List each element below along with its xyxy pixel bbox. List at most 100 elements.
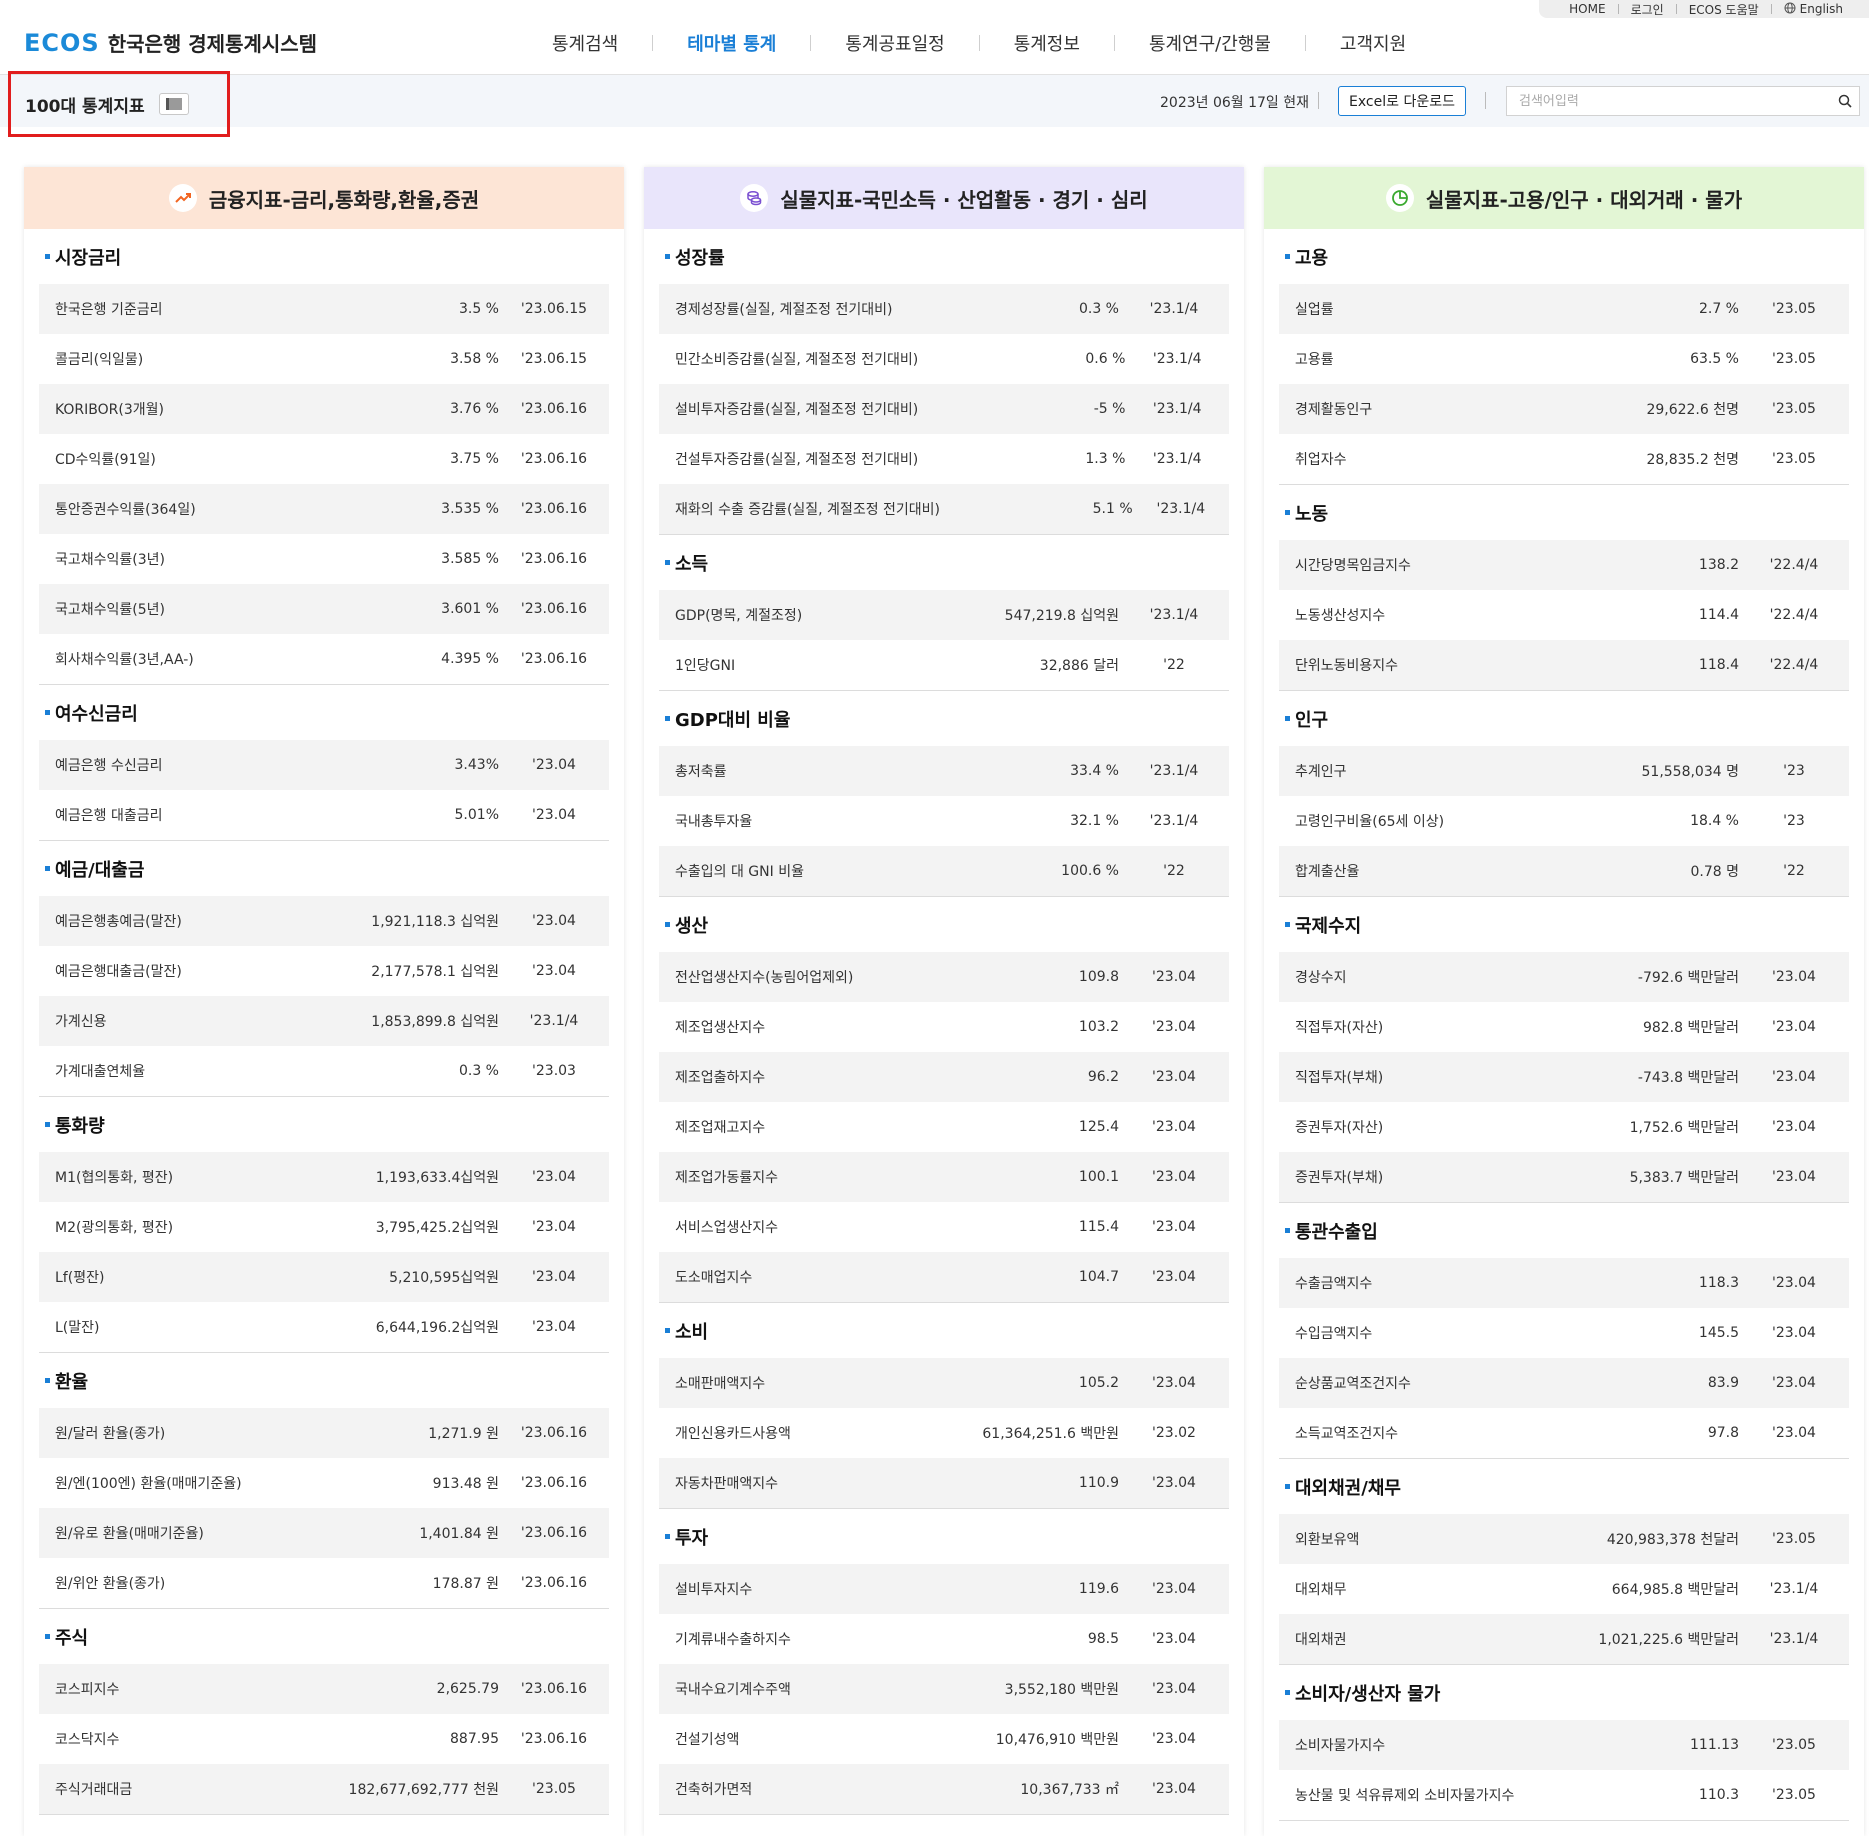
indicator-name[interactable]: 1인당GNI (659, 655, 899, 675)
indicator-row[interactable]: 원/위안 환율(종가) 178.87 원 '23.06.16 (39, 1558, 609, 1608)
indicator-row[interactable]: 제조업재고지수 125.4 '23.04 (659, 1102, 1229, 1152)
indicator-name[interactable]: 직접투자(자산) (1279, 1017, 1519, 1037)
indicator-row[interactable]: CD수익률(91일) 3.75 % '23.06.16 (39, 434, 609, 484)
indicator-row[interactable]: 경상수지 -792.6 백만달러 '23.04 (1279, 952, 1849, 1002)
indicator-name[interactable]: 자동차판매액지수 (659, 1473, 899, 1493)
indicator-name[interactable]: 대외채무 (1279, 1579, 1519, 1599)
indicator-row[interactable]: M2(광의통화, 평잔) 3,795,425.2십억원 '23.04 (39, 1202, 609, 1252)
indicator-name[interactable]: 국고채수익률(3년) (39, 549, 279, 569)
indicator-name[interactable]: 고령인구비율(65세 이상) (1279, 811, 1519, 831)
nav-item[interactable]: 통계연구/간행물 (1115, 30, 1305, 56)
indicator-row[interactable]: 증권투자(부채) 5,383.7 백만달러 '23.04 (1279, 1152, 1849, 1202)
indicator-name[interactable]: 소매판매액지수 (659, 1373, 899, 1393)
indicator-name[interactable]: 국고채수익률(5년) (39, 599, 279, 619)
indicator-name[interactable]: 코스닥지수 (39, 1729, 279, 1749)
indicator-name[interactable]: 노동생산성지수 (1279, 605, 1519, 625)
indicator-row[interactable]: 국내총투자율 32.1 % '23.1/4 (659, 796, 1229, 846)
indicator-name[interactable]: 회사채수익률(3년,AA-) (39, 649, 279, 669)
indicator-row[interactable]: 회사채수익률(3년,AA-) 4.395 % '23.06.16 (39, 634, 609, 684)
indicator-name[interactable]: 건축허가면적 (659, 1779, 899, 1799)
indicator-name[interactable]: 외환보유액 (1279, 1529, 1519, 1549)
indicator-name[interactable]: Lf(평잔) (39, 1267, 279, 1287)
search-input[interactable] (1507, 87, 1831, 115)
indicator-row[interactable]: 국고채수익률(5년) 3.601 % '23.06.16 (39, 584, 609, 634)
indicator-row[interactable]: 코스닥지수 887.95 '23.06.16 (39, 1714, 609, 1764)
search-button[interactable] (1831, 87, 1859, 115)
indicator-row[interactable]: 건축허가면적 10,367,733 ㎡ '23.04 (659, 1764, 1229, 1814)
indicator-row[interactable]: 실업률 2.7 % '23.05 (1279, 284, 1849, 334)
indicator-row[interactable]: 자동차판매액지수 110.9 '23.04 (659, 1458, 1229, 1508)
indicator-name[interactable]: 수출금액지수 (1279, 1273, 1519, 1293)
indicator-name[interactable]: 경제성장률(실질, 계절조정 전기대비) (659, 299, 899, 319)
indicator-name[interactable]: 전산업생산지수(농림어업제외) (659, 967, 899, 987)
indicator-row[interactable]: 원/유로 환율(매매기준율) 1,401.84 원 '23.06.16 (39, 1508, 609, 1558)
indicator-name[interactable]: 도소매업지수 (659, 1267, 899, 1287)
indicator-name[interactable]: 콜금리(익일물) (39, 349, 279, 369)
indicator-name[interactable]: 수출입의 대 GNI 비율 (659, 861, 899, 881)
indicator-row[interactable]: 제조업출하지수 96.2 '23.04 (659, 1052, 1229, 1102)
indicator-row[interactable]: 건설기성액 10,476,910 백만원 '23.04 (659, 1714, 1229, 1764)
excel-download-button[interactable]: Excel로 다운로드 (1338, 86, 1466, 116)
indicator-row[interactable]: 서비스업생산지수 115.4 '23.04 (659, 1202, 1229, 1252)
indicator-name[interactable]: 가계신용 (39, 1011, 279, 1031)
indicator-name[interactable]: 직접투자(부채) (1279, 1067, 1519, 1087)
indicator-name[interactable]: 건설기성액 (659, 1729, 899, 1749)
indicator-name[interactable]: 합계출산율 (1279, 861, 1519, 881)
indicator-row[interactable]: 국내수요기계수주액 3,552,180 백만원 '23.04 (659, 1664, 1229, 1714)
indicator-row[interactable]: 예금은행 대출금리 5.01% '23.04 (39, 790, 609, 840)
indicator-name[interactable]: 예금은행총예금(말잔) (39, 911, 279, 931)
indicator-name[interactable]: 예금은행 수신금리 (39, 755, 279, 775)
nav-item[interactable]: 고객지원 (1306, 30, 1440, 56)
indicator-name[interactable]: 증권투자(부채) (1279, 1167, 1519, 1187)
indicator-row[interactable]: 코스피지수 2,625.79 '23.06.16 (39, 1664, 609, 1714)
indicator-name[interactable]: GDP(명목, 계절조정) (659, 605, 899, 625)
login-link[interactable]: 로그인 (1619, 1, 1676, 18)
indicator-name[interactable]: 수입금액지수 (1279, 1323, 1519, 1343)
indicator-name[interactable]: 제조업생산지수 (659, 1017, 899, 1037)
indicator-name[interactable]: 설비투자증감률(실질, 계절조정 전기대비) (659, 399, 918, 419)
indicator-name[interactable]: 고용률 (1279, 349, 1519, 369)
indicator-row[interactable]: 수출입의 대 GNI 비율 100.6 % '22 (659, 846, 1229, 896)
indicator-name[interactable]: KORIBOR(3개월) (39, 399, 279, 419)
indicator-row[interactable]: 고용률 63.5 % '23.05 (1279, 334, 1849, 384)
indicator-row[interactable]: 순상품교역조건지수 83.9 '23.04 (1279, 1358, 1849, 1408)
indicator-name[interactable]: 개인신용카드사용액 (659, 1423, 899, 1443)
indicator-row[interactable]: 설비투자증감률(실질, 계절조정 전기대비) -5 % '23.1/4 (659, 384, 1229, 434)
indicator-row[interactable]: 농산물 및 석유류제외 소비자물가지수 110.3 '23.05 (1279, 1770, 1849, 1820)
indicator-name[interactable]: 기계류내수출하지수 (659, 1629, 899, 1649)
indicator-row[interactable]: 외환보유액 420,983,378 천달러 '23.05 (1279, 1514, 1849, 1564)
indicator-row[interactable]: 직접투자(자산) 982.8 백만달러 '23.04 (1279, 1002, 1849, 1052)
indicator-row[interactable]: M1(협의통화, 평잔) 1,193,633.4십억원 '23.04 (39, 1152, 609, 1202)
indicator-name[interactable]: 건설투자증감률(실질, 계절조정 전기대비) (659, 449, 918, 469)
indicator-name[interactable]: 증권투자(자산) (1279, 1117, 1519, 1137)
indicator-row[interactable]: 건설투자증감률(실질, 계절조정 전기대비) 1.3 % '23.1/4 (659, 434, 1229, 484)
indicator-row[interactable]: 기계류내수출하지수 98.5 '23.04 (659, 1614, 1229, 1664)
indicator-row[interactable]: 설비투자지수 119.6 '23.04 (659, 1564, 1229, 1614)
indicator-row[interactable]: 대외채권 1,021,225.6 백만달러 '23.1/4 (1279, 1614, 1849, 1664)
indicator-row[interactable]: 노동생산성지수 114.4 '22.4/4 (1279, 590, 1849, 640)
indicator-row[interactable]: 콜금리(익일물) 3.58 % '23.06.15 (39, 334, 609, 384)
indicator-row[interactable]: 소비자물가지수 111.13 '23.05 (1279, 1720, 1849, 1770)
indicator-name[interactable]: 한국은행 기준금리 (39, 299, 279, 319)
indicator-row[interactable]: 소득교역조건지수 97.8 '23.04 (1279, 1408, 1849, 1458)
indicator-name[interactable]: 원/엔(100엔) 환율(매매기준율) (39, 1473, 279, 1493)
indicator-name[interactable]: M1(협의통화, 평잔) (39, 1167, 279, 1187)
nav-item[interactable]: 테마별 통계 (653, 30, 810, 56)
indicator-row[interactable]: 재화의 수출 증감률(실질, 계절조정 전기대비) 5.1 % '23.1/4 (659, 484, 1229, 534)
indicator-row[interactable]: 수입금액지수 145.5 '23.04 (1279, 1308, 1849, 1358)
indicator-name[interactable]: CD수익률(91일) (39, 449, 279, 469)
indicator-name[interactable]: 추계인구 (1279, 761, 1519, 781)
indicator-name[interactable]: 총저축률 (659, 761, 899, 781)
indicator-row[interactable]: KORIBOR(3개월) 3.76 % '23.06.16 (39, 384, 609, 434)
indicator-row[interactable]: 한국은행 기준금리 3.5 % '23.06.15 (39, 284, 609, 334)
indicator-name[interactable]: 단위노동비용지수 (1279, 655, 1519, 675)
indicator-row[interactable]: 소매판매액지수 105.2 '23.04 (659, 1358, 1229, 1408)
indicator-row[interactable]: 통안증권수익률(364일) 3.535 % '23.06.16 (39, 484, 609, 534)
indicator-name[interactable]: 제조업재고지수 (659, 1117, 899, 1137)
indicator-row[interactable]: 시간당명목임금지수 138.2 '22.4/4 (1279, 540, 1849, 590)
indicator-row[interactable]: 가계신용 1,853,899.8 십억원 '23.1/4 (39, 996, 609, 1046)
indicator-name[interactable]: 제조업가동률지수 (659, 1167, 899, 1187)
indicator-row[interactable]: 민간소비증감률(실질, 계절조정 전기대비) 0.6 % '23.1/4 (659, 334, 1229, 384)
indicator-name[interactable]: 주식거래대금 (39, 1779, 279, 1799)
indicator-name[interactable]: 국내수요기계수주액 (659, 1679, 899, 1699)
